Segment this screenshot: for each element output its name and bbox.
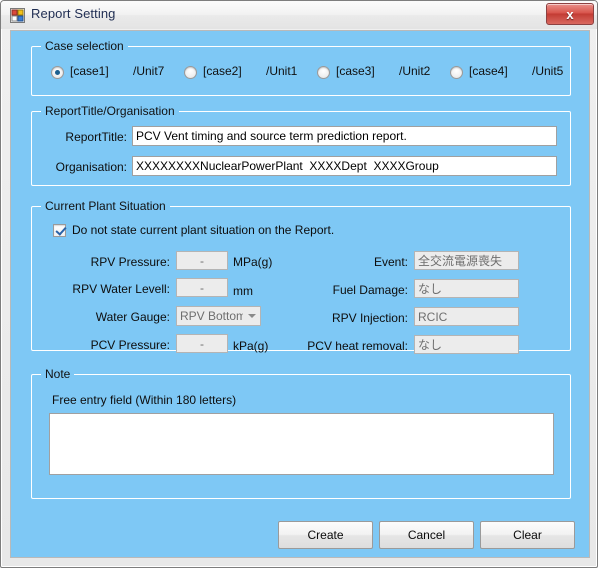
pcv-heat-removal-label: PCV heat removal: (307, 339, 408, 353)
clear-button[interactable]: Clear (480, 521, 575, 549)
report-title-input[interactable] (132, 126, 557, 146)
current-plant-situation-legend: Current Plant Situation (41, 199, 170, 213)
note-group: Note Free entry field (Within 180 letter… (31, 367, 571, 499)
organisation-label: Organisation: (55, 160, 127, 174)
radio-case4-unit: /Unit5 (532, 64, 564, 78)
fuel-damage-input[interactable] (414, 279, 519, 298)
current-plant-situation-group: Current Plant Situation Do not state cur… (31, 199, 571, 354)
pcv-heat-removal-input[interactable] (414, 335, 519, 354)
rpv-pressure-label: RPV Pressure: (90, 255, 170, 269)
chevron-down-icon[interactable] (243, 307, 260, 325)
cancel-button-label: Cancel (407, 528, 446, 542)
rpv-water-level-input[interactable] (176, 278, 228, 297)
radio-case2-label: [case2] (203, 64, 242, 78)
radio-case4-label: [case4] (469, 64, 508, 78)
radio-case3-label: [case3] (336, 64, 375, 78)
window-title: Report Setting (31, 6, 116, 21)
title-bar: Report Setting x (1, 1, 597, 29)
rpv-water-level-unit: mm (233, 284, 253, 298)
radio-case1-unit: /Unit7 (133, 64, 165, 78)
event-label: Event: (373, 255, 408, 269)
do-not-state-checkbox-label: Do not state current plant situation on … (72, 223, 335, 237)
cancel-button[interactable]: Cancel (379, 521, 474, 549)
clear-button-label: Clear (513, 528, 542, 542)
note-textarea[interactable] (49, 413, 554, 475)
note-legend: Note (41, 367, 75, 381)
report-title-organisation-legend: ReportTitle/Organisation (41, 104, 179, 118)
do-not-state-checkbox[interactable] (53, 224, 66, 237)
case-selection-legend: Case selection (41, 39, 128, 53)
radio-case4[interactable] (450, 66, 463, 79)
rpv-injection-label: RPV Injection: (331, 311, 408, 325)
rpv-pressure-input[interactable] (176, 251, 228, 270)
note-hint: Free entry field (Within 180 letters) (52, 393, 237, 407)
close-icon: x (566, 6, 574, 22)
rpv-injection-input[interactable] (414, 307, 519, 326)
pcv-pressure-input[interactable] (176, 334, 228, 353)
fuel-damage-label: Fuel Damage: (332, 283, 408, 297)
case-selection-group: Case selection [case1] /Unit7 [case2] /U… (31, 39, 571, 96)
radio-case1[interactable] (51, 66, 64, 79)
form-window-icon (10, 8, 25, 23)
report-title-organisation-group: ReportTitle/Organisation ReportTitle: Or… (31, 104, 571, 186)
radio-case2[interactable] (184, 66, 197, 79)
radio-case3[interactable] (317, 66, 330, 79)
close-button[interactable]: x (546, 3, 594, 25)
organisation-input[interactable] (132, 156, 557, 176)
rpv-pressure-unit: MPa(g) (233, 255, 273, 269)
rpv-water-level-label: RPV Water Levell: (72, 282, 170, 296)
radio-case3-unit: /Unit2 (399, 64, 431, 78)
create-button[interactable]: Create (278, 521, 373, 549)
event-input[interactable] (414, 251, 519, 270)
water-gauge-select[interactable]: RPV Bottom-3 (176, 306, 261, 326)
create-button-label: Create (307, 528, 344, 542)
pcv-pressure-label: PCV Pressure: (90, 338, 170, 352)
radio-case1-label: [case1] (70, 64, 109, 78)
report-title-label: ReportTitle: (65, 130, 127, 144)
pcv-pressure-unit: kPa(g) (233, 339, 269, 353)
water-gauge-label: Water Gauge: (95, 310, 170, 324)
report-setting-window: Report Setting x Case selection [case1] … (0, 0, 598, 568)
radio-case2-unit: /Unit1 (266, 64, 298, 78)
dialog-client-area: Case selection [case1] /Unit7 [case2] /U… (10, 30, 590, 558)
